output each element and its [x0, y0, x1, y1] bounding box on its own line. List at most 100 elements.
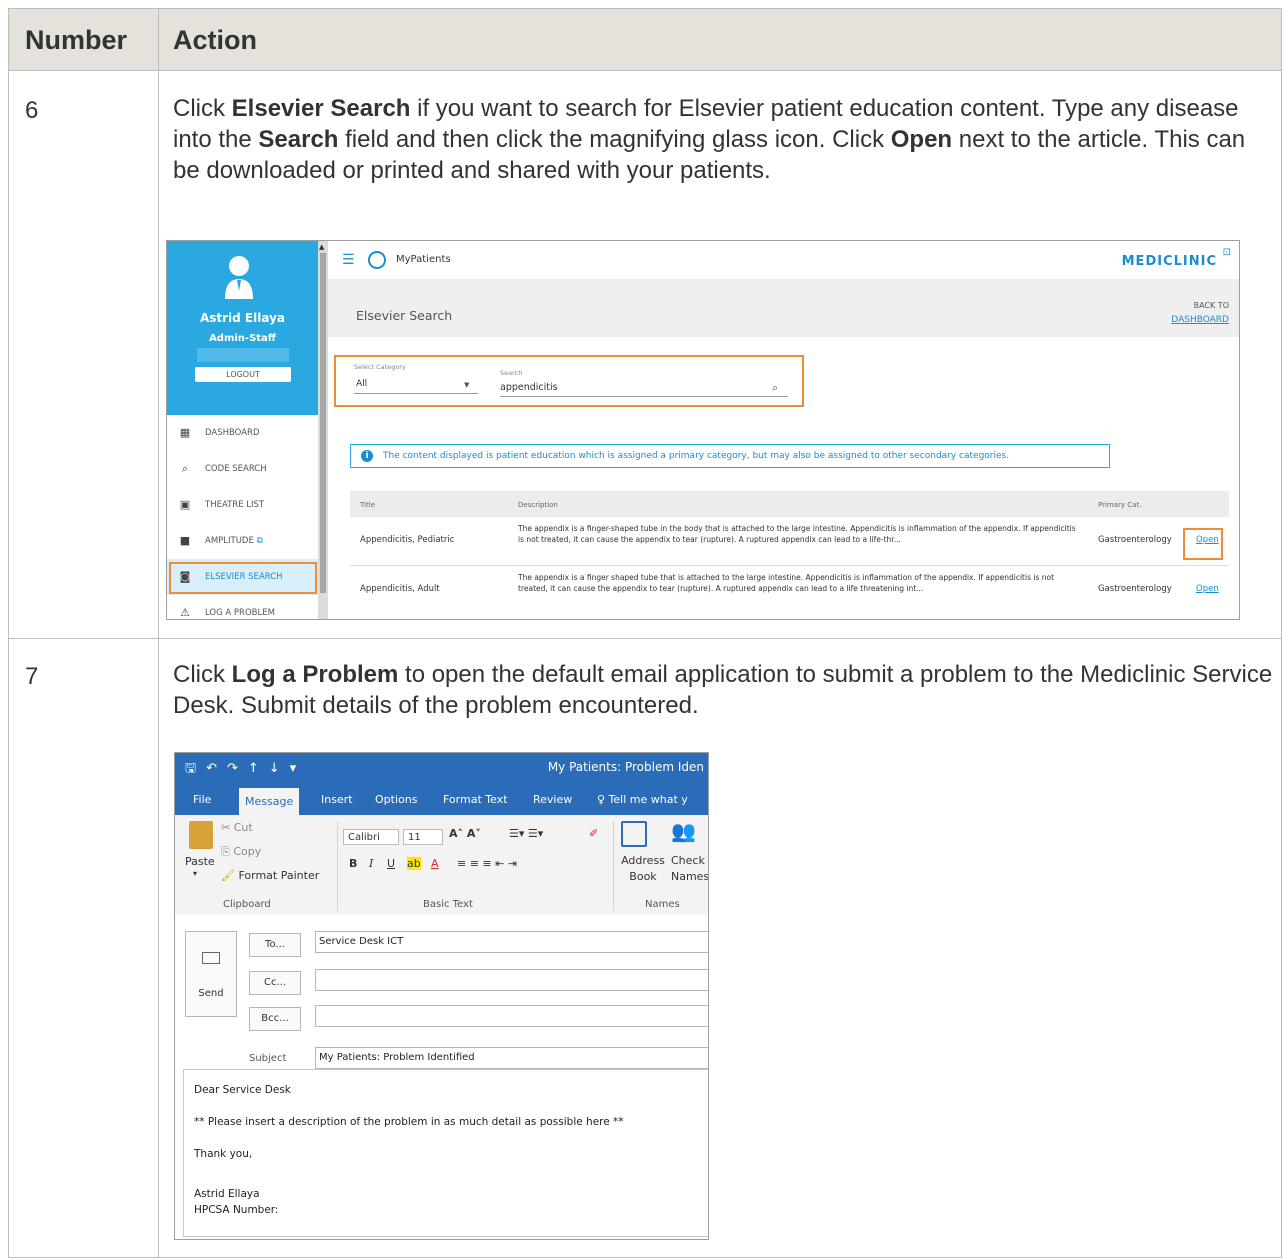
cc-field[interactable]: [315, 969, 708, 991]
header-action: Action: [173, 25, 257, 55]
quick-access-icons[interactable]: 🖫↶↷↑↓▾: [185, 759, 306, 781]
tab-review[interactable]: Review: [533, 793, 572, 806]
column-divider: [158, 9, 159, 1257]
tell-me-search[interactable]: ♀ Tell me what y: [597, 793, 688, 806]
nav-item-theatre-list[interactable]: ▣ THEATRE LIST: [167, 487, 318, 523]
search-input[interactable]: appendicitis: [500, 382, 558, 393]
column-title: Title: [360, 501, 376, 509]
copy-button[interactable]: ⎘ Copy: [221, 845, 261, 859]
mediclinic-logo: MEDICLINIC: [1121, 254, 1217, 269]
ribbon-separator: [613, 821, 614, 911]
elsevier-search-highlight: [169, 562, 317, 594]
font-name-box[interactable]: Calibri: [343, 829, 399, 845]
category-label: Select Category: [354, 363, 406, 371]
table-row: Appendicitis, Pediatric The appendix is …: [360, 524, 1219, 545]
to-button[interactable]: To...: [249, 933, 301, 957]
logout-button[interactable]: LOGOUT: [195, 367, 291, 382]
bcc-field[interactable]: [315, 1005, 708, 1027]
user-panel: Astrid Ellaya Admin-Staff LOGOUT: [167, 241, 318, 415]
ribbon-tabs: File Message Insert Options Format Text …: [175, 785, 708, 815]
menu-icon[interactable]: ☰: [342, 252, 355, 268]
check-names-icon[interactable]: 👥: [671, 819, 696, 843]
message-header: Send To... Service Desk ICT Cc... Bcc...…: [175, 915, 708, 1069]
bold-button[interactable]: B: [349, 857, 357, 870]
address-book-icon[interactable]: [621, 821, 647, 847]
bcc-button[interactable]: Bcc...: [249, 1007, 301, 1031]
subject-field[interactable]: My Patients: Problem Identified: [315, 1047, 708, 1069]
italic-button[interactable]: I: [369, 857, 373, 870]
user-id-field: [197, 348, 289, 362]
grow-font-icon[interactable]: A˄ A˅: [449, 827, 481, 840]
body-line: Astrid Ellaya: [194, 1188, 260, 1200]
window-title: My Patients: Problem Iden: [547, 760, 704, 774]
underline-button[interactable]: U: [387, 857, 395, 870]
body-line: ** Please insert a description of the pr…: [194, 1116, 624, 1128]
nav-item-code-search[interactable]: ⌕ CODE SEARCH: [167, 451, 318, 487]
message-body[interactable]: Dear Service Desk ** Please insert a des…: [183, 1069, 708, 1237]
chevron-down-icon[interactable]: ▼: [464, 381, 469, 389]
page-header: Elsevier Search BACK TO DASHBOARD: [328, 279, 1239, 337]
scroll-thumb[interactable]: [320, 253, 326, 593]
step-number-6: 6: [25, 97, 39, 124]
emphasis-open: Open: [890, 126, 953, 153]
nav-item-amplitude[interactable]: ■ AMPLITUDE ⧉: [167, 523, 318, 559]
scroll-up-icon[interactable]: ▲: [319, 243, 324, 251]
info-icon: i: [361, 450, 373, 462]
ribbon: Paste ▾ ✂ Cut ⎘ Copy 🖌 Format Painter Cl…: [175, 815, 708, 916]
outlook-email-screenshot: 🖫↶↷↑↓▾ My Patients: Problem Iden File Me…: [174, 752, 709, 1240]
back-to-label: BACK TO: [1193, 301, 1229, 310]
calendar-icon: ▣: [179, 498, 191, 511]
open-link[interactable]: Open: [1196, 584, 1219, 594]
bullets-icon[interactable]: ☰▾ ☰▾: [509, 827, 543, 840]
mypatients-icon: [368, 251, 386, 269]
header-number: Number: [25, 25, 128, 55]
column-description: Description: [518, 501, 558, 509]
magnifying-glass-icon[interactable]: ⌕: [772, 381, 778, 395]
emphasis-search: Search: [258, 126, 339, 153]
format-painter-button[interactable]: 🖌 Format Painter: [221, 869, 319, 882]
step-number-7: 7: [25, 663, 39, 690]
column-primary-cat: Primary Cat.: [1098, 501, 1142, 509]
external-link-icon: ⧉: [256, 536, 263, 546]
category-select[interactable]: All: [356, 379, 367, 389]
tab-message[interactable]: Message: [239, 788, 300, 815]
cut-button[interactable]: ✂ Cut: [221, 821, 253, 834]
main-content: ☰ MyPatients MEDICLINIC ⊡ Elsevier Searc…: [328, 241, 1239, 619]
body-line: Dear Service Desk: [194, 1084, 291, 1096]
window-titlebar: 🖫↶↷↑↓▾ My Patients: Problem Iden: [175, 753, 708, 785]
sidebar-scrollbar[interactable]: ▲: [318, 241, 328, 619]
address-book-button[interactable]: Address Book: [617, 853, 669, 885]
font-color-icon[interactable]: A: [431, 857, 439, 870]
tab-format-text[interactable]: Format Text: [443, 793, 508, 806]
clear-format-icon[interactable]: ✐: [589, 827, 598, 840]
tab-options[interactable]: Options: [375, 793, 417, 806]
send-button[interactable]: Send: [185, 931, 237, 1017]
results-table-header: Title Description Primary Cat.: [350, 491, 1229, 517]
dashboard-icon: ▦: [179, 426, 191, 439]
app-title: MyPatients: [396, 254, 451, 265]
search-icon: ⌕: [181, 462, 189, 475]
page-title: Elsevier Search: [356, 308, 453, 323]
cc-button[interactable]: Cc...: [249, 971, 301, 995]
nav-item-log-a-problem[interactable]: ⚠ LOG A PROBLEM: [167, 595, 318, 619]
dashboard-link[interactable]: DASHBOARD: [1171, 315, 1229, 325]
paste-dropdown-icon[interactable]: ▾: [193, 869, 197, 878]
paste-icon[interactable]: [189, 821, 213, 849]
font-size-box[interactable]: 11: [403, 829, 443, 845]
envelope-icon: [202, 952, 220, 964]
step-6-text: Click Elsevier Search if you want to sea…: [173, 95, 1246, 184]
table-header: Number Action: [9, 9, 1281, 71]
clipboard-group-label: Clipboard: [223, 899, 271, 910]
top-bar: ☰ MyPatients MEDICLINIC ⊡: [328, 241, 1239, 279]
tab-insert[interactable]: Insert: [321, 793, 353, 806]
to-field[interactable]: Service Desk ICT: [315, 931, 708, 953]
body-line: HPCSA Number:: [194, 1204, 279, 1216]
tab-file[interactable]: File: [193, 793, 211, 806]
paste-button[interactable]: Paste: [185, 855, 215, 868]
align-icons[interactable]: ≡ ≡ ≡ ⇤ ⇥: [457, 857, 517, 870]
nav-item-dashboard[interactable]: ▦ DASHBOARD: [167, 415, 318, 451]
highlight-icon[interactable]: ab: [407, 857, 421, 870]
emphasis-log-a-problem: Log a Problem: [231, 661, 399, 688]
user-name: Astrid Ellaya: [199, 311, 286, 325]
check-names-button[interactable]: Check Names: [671, 853, 708, 885]
